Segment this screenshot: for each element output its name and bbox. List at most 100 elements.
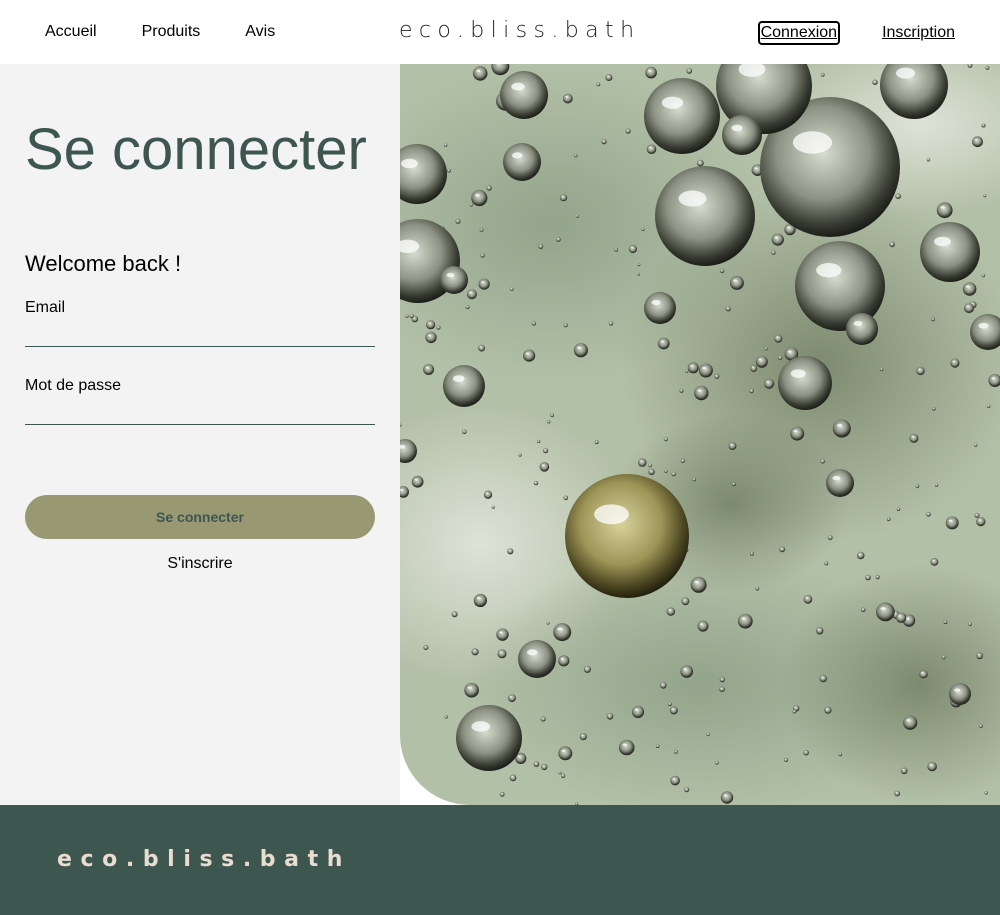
small-bubble-highlight: [876, 575, 878, 577]
small-bubble-highlight: [561, 749, 566, 752]
small-bubble: [483, 490, 493, 499]
small-bubble: [670, 775, 680, 786]
small-bubble: [466, 289, 477, 300]
small-bubble-highlight: [557, 627, 563, 631]
login-nav-button[interactable]: Connexion: [757, 21, 841, 45]
small-bubble: [666, 607, 676, 616]
small-bubble-highlight: [476, 69, 481, 73]
nav-link-accueil[interactable]: Accueil: [45, 22, 97, 42]
small-bubble-highlight: [406, 315, 408, 316]
small-bubble-highlight: [774, 236, 778, 239]
login-submit-button[interactable]: Se connecter: [25, 495, 375, 539]
small-bubble: [692, 477, 696, 482]
small-bubble-highlight: [453, 612, 455, 614]
small-bubble-highlight: [466, 306, 468, 307]
nav-link-produits[interactable]: Produits: [142, 22, 201, 42]
small-bubble: [895, 193, 901, 199]
small-bubble-highlight: [425, 366, 429, 369]
small-bubble-highlight: [786, 226, 791, 229]
small-bubble: [596, 82, 601, 87]
small-bubble: [479, 228, 484, 232]
site-logo[interactable]: eco.bliss.bath: [399, 16, 640, 46]
small-bubble-highlight: [977, 654, 980, 656]
small-bubble: [411, 475, 424, 488]
small-bubble-highlight: [754, 167, 758, 170]
small-bubble: [838, 752, 843, 757]
small-bubble-highlight: [414, 478, 418, 481]
small-bubble-highlight: [793, 710, 795, 712]
small-bubble: [930, 558, 939, 566]
account-nav: Connexion Inscription: [757, 21, 955, 45]
small-bubble-highlight: [541, 717, 544, 719]
bubble-highlight: [452, 375, 465, 383]
small-bubble: [719, 268, 725, 273]
small-bubble-highlight: [968, 64, 971, 65]
small-bubble-highlight: [473, 649, 476, 652]
nav-link-avis[interactable]: Avis: [245, 22, 275, 42]
small-bubble: [669, 706, 678, 715]
small-bubble: [680, 458, 685, 463]
small-bubble: [827, 535, 833, 540]
small-bubble-highlight: [952, 360, 956, 363]
small-bubble: [771, 250, 776, 255]
small-bubble-highlight: [983, 194, 986, 196]
small-bubble: [671, 471, 676, 477]
register-nav-link[interactable]: Inscription: [882, 23, 955, 43]
small-bubble: [648, 463, 652, 468]
small-bubble: [926, 158, 931, 162]
small-bubble: [778, 355, 783, 360]
small-bubble: [605, 74, 613, 81]
bubble-highlight: [853, 320, 863, 326]
small-bubble-highlight: [609, 322, 612, 324]
small-bubble-highlight: [902, 769, 905, 771]
small-bubble-highlight: [559, 771, 561, 773]
small-bubble: [903, 715, 918, 730]
small-bubble: [436, 325, 441, 330]
password-input[interactable]: [25, 403, 375, 425]
small-bubble: [560, 773, 566, 778]
small-bubble-highlight: [510, 288, 512, 290]
small-bubble-highlight: [565, 96, 568, 98]
small-bubble: [771, 233, 784, 246]
small-bubble-highlight: [890, 242, 893, 244]
small-bubble-highlight: [641, 228, 644, 230]
small-bubble: [645, 66, 657, 79]
small-bubble: [942, 655, 946, 660]
small-bubble-highlight: [948, 519, 953, 522]
small-bubble-highlight: [428, 322, 431, 324]
signup-link[interactable]: S'inscrire: [0, 554, 400, 574]
small-bubble-highlight: [564, 324, 566, 325]
small-bubble-highlight: [467, 686, 472, 689]
small-bubble: [764, 378, 775, 389]
small-bubble-highlight: [626, 129, 629, 131]
small-bubble: [976, 652, 983, 660]
small-bubble-highlight: [400, 787, 403, 789]
small-bubble-highlight: [828, 536, 831, 538]
small-bubble-highlight: [539, 245, 541, 247]
small-bubble: [719, 677, 725, 683]
small-bubble-highlight: [427, 334, 432, 337]
small-bubble-highlight: [787, 350, 792, 353]
small-bubble-highlight: [479, 346, 482, 348]
small-bubble-highlight: [837, 423, 843, 427]
small-bubble: [471, 189, 488, 207]
small-bubble: [423, 364, 435, 375]
bubble-highlight: [934, 236, 951, 247]
small-bubble-highlight: [637, 263, 640, 265]
login-panel: Se connecter Welcome back ! Email Mot de…: [0, 64, 400, 805]
small-bubble: [698, 363, 713, 378]
email-input[interactable]: [25, 325, 375, 347]
bubble-highlight: [526, 649, 538, 656]
small-bubble: [637, 263, 641, 267]
small-bubble: [803, 594, 813, 604]
small-bubble-highlight: [672, 472, 674, 474]
small-bubble: [720, 791, 734, 804]
small-bubble: [750, 364, 758, 372]
small-bubble: [976, 517, 986, 527]
small-bubble-highlight: [751, 366, 754, 368]
small-bubble-highlight: [969, 623, 971, 625]
small-bubble: [496, 628, 509, 641]
small-bubble: [628, 244, 637, 254]
small-bubble: [444, 715, 448, 719]
email-field-group: Email: [25, 298, 375, 347]
